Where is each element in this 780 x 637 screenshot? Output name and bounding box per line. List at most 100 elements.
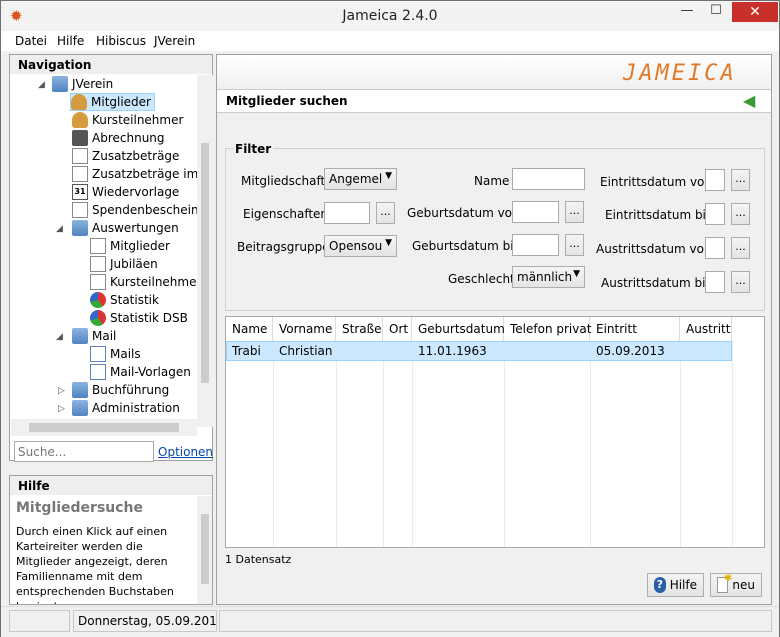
help-panel-title: Hilfe [10,476,212,495]
jameica-logo: JAMEICA [623,61,737,86]
help-scrollbar[interactable] [197,496,212,604]
tree-item-buchfuehrung[interactable]: Buchführung [72,381,169,399]
new-button[interactable]: ✱ neu [710,573,762,597]
tree-item-administration[interactable]: Administration [72,399,180,417]
geburtsdatum-von-input[interactable] [512,201,559,223]
column-header-ort[interactable]: Ort [383,317,412,341]
eintrittsdatum-bis-input[interactable] [705,203,725,225]
expand-arrow-icon[interactable]: ▷ [58,386,65,396]
calculator-icon [72,130,88,146]
austrittsdatum-von-picker-button[interactable]: ... [731,237,750,259]
folder-icon [52,76,68,92]
beitragsgruppe-label: Beitragsgruppe [237,240,330,254]
menu-hilfe[interactable]: Hilfe [57,34,84,48]
members-icon [71,94,87,110]
column-divider [383,341,384,547]
austrittsdatum-von-input[interactable] [705,237,725,259]
eintrittsdatum-von-picker-button[interactable]: ... [731,169,750,191]
table-cell-geburtsdatum: 11.01.1963 [418,344,487,358]
help-button[interactable]: ? Hilfe [647,573,704,597]
minimize-button[interactable]: — [674,2,700,22]
column-header-name[interactable]: Name [226,317,273,341]
column-header-telefon-privat[interactable]: Telefon privat [504,317,591,341]
tree-item-auswertung-kursteilnehmer[interactable]: Kursteilnehmer [90,273,201,291]
tree-item-jverein[interactable]: JVerein [52,75,113,93]
eintrittsdatum-bis-picker-button[interactable]: ... [731,203,750,225]
geburtsdatum-bis-picker-button[interactable]: ... [565,234,584,256]
geburtsdatum-von-picker-button[interactable]: ... [565,201,584,223]
geburtsdatum-von-label: Geburtsdatum von [407,206,520,220]
status-left [9,610,70,632]
pie-chart-icon [90,292,106,308]
tree-item-abrechnung[interactable]: Abrechnung [72,129,165,147]
banner: JAMEICA [217,55,771,88]
menu-bar: Datei Hilfe Hibiscus JVerein [1,31,779,51]
geschlecht-select[interactable]: männlich ▼ [512,266,585,288]
column-divider [680,341,681,547]
navigation-vertical-scrollbar[interactable] [197,75,213,427]
mitgliedschaft-label: Mitgliedschaft [241,174,326,188]
tree-item-jubilaeen[interactable]: Jubiläen [90,255,158,273]
tree-item-auswertungen[interactable]: Auswertungen [72,219,179,237]
tree-item-mail[interactable]: Mail [72,327,116,345]
mitgliedschaft-select[interactable]: Angemel ▼ [324,168,397,190]
tree-item-zusatzbetraege-import[interactable]: Zusatzbeträge impo [72,165,213,183]
tree-item-mails[interactable]: Mails [90,345,141,363]
collapse-arrow-icon[interactable]: ◢ [38,80,45,90]
austrittsdatum-bis-input[interactable] [705,271,725,293]
column-header-austritt[interactable]: Austritt [680,317,732,341]
record-count: 1 Datensatz [225,553,292,566]
maximize-button[interactable]: ☐ [703,2,729,22]
help-heading: Mitgliedersuche [16,500,144,516]
eigenschaften-input[interactable] [324,202,370,224]
status-message [219,610,772,632]
tree-item-mail-vorlagen[interactable]: Mail-Vorlagen [90,363,191,381]
main-panel: JAMEICA Mitglieder suchen ◀ Filter Mitgl… [216,54,772,605]
mail-icon [90,346,106,362]
austrittsdatum-bis-picker-button[interactable]: ... [731,271,750,293]
document-icon [90,256,106,272]
name-input[interactable] [512,168,585,190]
navigation-search-input[interactable] [14,441,154,462]
back-arrow-icon[interactable]: ◀ [743,92,761,110]
document-icon [90,238,106,254]
collapse-arrow-icon[interactable]: ◢ [56,224,63,234]
beitragsgruppe-select[interactable]: Opensou ▼ [324,235,397,257]
filter-title: Filter [233,142,274,156]
menu-hibiscus[interactable]: Hibiscus [96,34,146,48]
tree-item-spendenbescheinigung[interactable]: Spendenbescheinig [72,201,210,219]
eigenschaften-picker-button[interactable]: ... [376,202,395,224]
close-button[interactable]: ✕ [732,2,778,22]
menu-jverein[interactable]: JVerein [154,34,195,48]
navigation-horizontal-scrollbar[interactable] [11,419,197,436]
eintrittsdatum-bis-label: Eintrittsdatum bis [605,208,713,222]
expand-arrow-icon[interactable]: ▷ [58,404,65,414]
column-header-geburtsdatum[interactable]: Geburtsdatum [412,317,505,341]
tree-item-statistik-dsb[interactable]: Statistik DSB [90,309,188,327]
collapse-arrow-icon[interactable]: ◢ [56,332,63,342]
eintrittsdatum-von-label: Eintrittsdatum von [600,175,712,189]
column-divider [504,341,505,547]
column-header-eintritt[interactable]: Eintritt [590,317,680,341]
folder-icon [72,328,88,344]
geburtsdatum-bis-input[interactable] [512,234,559,256]
geburtsdatum-bis-label: Geburtsdatum bis [412,239,520,253]
column-divider [590,341,591,547]
table-cell-name: Trabi [232,344,261,358]
scrollbar-thumb[interactable] [29,423,179,432]
column-divider [336,341,337,547]
tree-item-statistik[interactable]: Statistik [90,291,159,309]
tree-item-wiedervorlage[interactable]: 31 Wiedervorlage [72,183,179,201]
tree-item-auswertung-mitglieder[interactable]: Mitglieder [90,237,170,255]
menu-datei[interactable]: Datei [15,34,47,48]
scrollbar-thumb[interactable] [201,143,209,383]
tree-item-zusatzbetraege[interactable]: Zusatzbeträge [72,147,179,165]
column-header-vorname[interactable]: Vorname [273,317,336,341]
scrollbar-thumb[interactable] [201,514,209,584]
tree-item-mitglieder[interactable]: Mitglieder [70,93,155,111]
column-divider [273,341,274,547]
tree-item-kursteilnehmer[interactable]: Kursteilnehmer [72,111,183,129]
options-link[interactable]: Optionen [158,445,213,459]
eintrittsdatum-von-input[interactable] [705,169,725,191]
column-header-strasse[interactable]: Straße [336,317,383,341]
